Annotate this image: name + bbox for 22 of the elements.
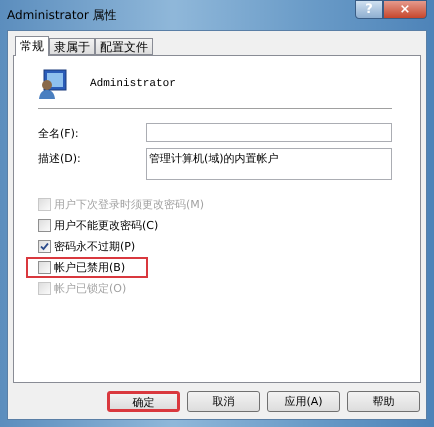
checkbox-label: 密码永不过期(P): [54, 239, 136, 254]
checkbox-label: 帐户已禁用(B): [54, 260, 126, 275]
input-field[interactable]: 管理计算机(域)的内置帐户: [146, 148, 392, 180]
field-label: 全名(F):: [38, 126, 80, 141]
dialog-button[interactable]: 取消: [187, 391, 260, 412]
tab[interactable]: 隶属于: [49, 38, 95, 55]
field-label: 描述(D):: [38, 151, 82, 166]
checkbox[interactable]: [38, 219, 51, 232]
checkbox[interactable]: [38, 240, 51, 253]
user-name: Administrator: [90, 78, 176, 90]
window-title: Administrator 属性: [7, 6, 117, 24]
checkbox-label: 帐户已锁定(O): [54, 281, 126, 296]
checkbox-label: 用户下次登录时须更改密码(M): [54, 197, 204, 212]
checkbox[interactable]: [38, 261, 51, 274]
tab[interactable]: 配置文件: [95, 38, 153, 55]
dialog-button[interactable]: 帮助: [347, 391, 420, 412]
dialog-button[interactable]: 确定: [107, 391, 180, 412]
input-field[interactable]: [146, 123, 392, 142]
dialog-button[interactable]: 应用(A): [267, 391, 340, 412]
checkbox-label: 用户不能更改密码(C): [54, 218, 158, 233]
user-computer-icon: [38, 68, 68, 100]
tab[interactable]: 常规: [15, 36, 49, 56]
